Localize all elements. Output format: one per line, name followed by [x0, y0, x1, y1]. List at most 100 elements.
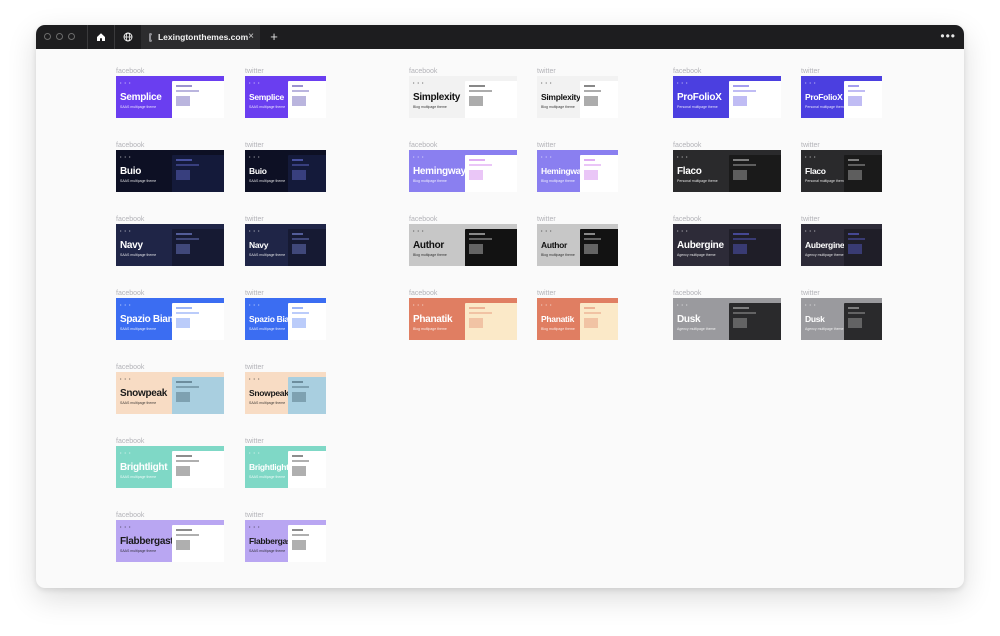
preview-dots: • • •	[805, 154, 817, 159]
home-button[interactable]	[88, 25, 114, 49]
preview-dots: • • •	[413, 228, 425, 233]
site-screenshot	[172, 81, 224, 118]
theme-preview-image[interactable]: • • • Flaco Personal multipage theme	[673, 150, 781, 192]
theme-preview-image[interactable]: • • • Dusk Agency multipage theme	[801, 298, 882, 340]
close-window-button[interactable]	[44, 33, 51, 40]
theme-preview-image[interactable]: • • • Brightlight SAAS multipage theme	[245, 446, 326, 488]
zoom-window-button[interactable]	[68, 33, 75, 40]
theme-subtitle: Blog multipage theme	[413, 179, 447, 183]
preview-dots: • • •	[805, 228, 817, 233]
theme-preview-image[interactable]: • • • Snowpeak SAAS multipage theme	[116, 372, 224, 414]
globe-button[interactable]	[115, 25, 141, 49]
facebook-label: facebook	[116, 512, 145, 519]
preview-dots: • • •	[413, 80, 425, 85]
preview-dots: • • •	[677, 154, 689, 159]
new-tab-button[interactable]: +	[267, 25, 281, 49]
theme-preview-image[interactable]: • • • Semplice SAAS multipage theme	[245, 76, 326, 118]
theme-subtitle: SAAS multipage theme	[120, 327, 157, 331]
facebook-label: facebook	[116, 68, 145, 75]
theme-preview-image[interactable]: • • • Spazio Bianco SAAS multipage theme	[116, 298, 224, 340]
facebook-label: facebook	[409, 142, 438, 149]
site-screenshot	[172, 377, 224, 414]
theme-preview-image[interactable]: • • • Flaco Personal multipage theme	[801, 150, 882, 192]
site-screenshot	[465, 303, 517, 340]
site-screenshot	[172, 451, 224, 488]
theme-preview-image[interactable]: • • • Simplexity Blog multipage theme	[537, 76, 618, 118]
preview-dots: • • •	[249, 524, 261, 529]
preview-dots: • • •	[120, 154, 132, 159]
preview-dots: • • •	[541, 302, 553, 307]
preview-dots: • • •	[677, 80, 689, 85]
site-screenshot	[729, 81, 781, 118]
theme-subtitle: Agency multipage theme	[677, 327, 716, 331]
minimize-window-button[interactable]	[56, 33, 63, 40]
theme-preview-image[interactable]: • • • Flabbergasted SAAS multipage theme	[245, 520, 326, 562]
twitter-label: twitter	[537, 290, 556, 297]
browser-window: Lexingtonthemes.com × + ••• facebook • • …	[36, 25, 964, 588]
theme-name: Brightlight	[249, 462, 289, 472]
site-screenshot	[288, 377, 326, 414]
theme-name: Dusk	[677, 314, 701, 325]
theme-name: Brightlight	[120, 462, 168, 473]
facebook-label: facebook	[673, 216, 702, 223]
theme-name: Flaco	[805, 166, 826, 176]
theme-preview-image[interactable]: • • • Snowpeak SAAS multipage theme	[245, 372, 326, 414]
theme-preview-image[interactable]: • • • Spazio Bianco SAAS multipage theme	[245, 298, 326, 340]
theme-preview-image[interactable]: • • • Semplice SAAS multipage theme	[116, 76, 224, 118]
twitter-label: twitter	[801, 68, 820, 75]
theme-preview-image[interactable]: • • • Aubergine Agency multipage theme	[801, 224, 882, 266]
facebook-label: facebook	[116, 438, 145, 445]
theme-preview-image[interactable]: • • • Dusk Agency multipage theme	[673, 298, 781, 340]
theme-preview-image[interactable]: • • • Author Blog multipage theme	[409, 224, 517, 266]
theme-preview-image[interactable]: • • • Hemingway Blog multipage theme	[409, 150, 517, 192]
theme-preview-image[interactable]: • • • Brightlight SAAS multipage theme	[116, 446, 224, 488]
theme-preview-image[interactable]: • • • Navy SAAS multipage theme	[245, 224, 326, 266]
page-content: facebook • • • Semplice SAAS multipage them…	[36, 49, 964, 588]
theme-preview-image[interactable]: • • • Simplexity Blog multipage theme	[409, 76, 517, 118]
site-screenshot	[729, 155, 781, 192]
tab-lexingtonthemes[interactable]: Lexingtonthemes.com ×	[141, 25, 260, 49]
theme-subtitle: Blog multipage theme	[541, 253, 575, 257]
theme-name: Aubergine	[805, 240, 845, 250]
theme-subtitle: SAAS multipage theme	[120, 549, 157, 553]
theme-subtitle: Personal multipage theme	[805, 105, 846, 109]
facebook-label: facebook	[116, 290, 145, 297]
preview-dots: • • •	[677, 228, 689, 233]
preview-dots: • • •	[541, 228, 553, 233]
theme-preview-image[interactable]: • • • Phanatik Blog multipage theme	[537, 298, 618, 340]
theme-name: Simplexity	[541, 92, 581, 102]
theme-preview-image[interactable]: • • • Flabbergasted SAAS multipage theme	[116, 520, 224, 562]
site-screenshot	[580, 81, 618, 118]
theme-preview-image[interactable]: • • • ProFolioX Personal multipage theme	[673, 76, 781, 118]
theme-preview-image[interactable]: • • • ProFolioX Personal multipage theme	[801, 76, 882, 118]
theme-preview-image[interactable]: • • • Navy SAAS multipage theme	[116, 224, 224, 266]
facebook-label: facebook	[116, 216, 145, 223]
twitter-label: twitter	[801, 290, 820, 297]
site-screenshot	[729, 229, 781, 266]
theme-subtitle: SAAS multipage theme	[249, 475, 286, 479]
theme-name: ProFolioX	[805, 92, 843, 102]
theme-name: Navy	[120, 240, 143, 251]
theme-preview-image[interactable]: • • • Buio SAAS multipage theme	[245, 150, 326, 192]
title-bar: Lexingtonthemes.com × + •••	[36, 25, 964, 49]
theme-subtitle: Blog multipage theme	[541, 179, 575, 183]
theme-preview-image[interactable]: • • • Author Blog multipage theme	[537, 224, 618, 266]
facebook-label: facebook	[673, 290, 702, 297]
more-menu-button[interactable]: •••	[940, 25, 956, 49]
theme-subtitle: Blog multipage theme	[413, 327, 447, 331]
site-screenshot	[844, 81, 882, 118]
home-icon	[97, 33, 105, 41]
preview-dots: • • •	[120, 228, 132, 233]
theme-name: Dusk	[805, 314, 825, 324]
preview-dots: • • •	[249, 154, 261, 159]
theme-subtitle: Personal multipage theme	[805, 179, 846, 183]
theme-preview-image[interactable]: • • • Buio SAAS multipage theme	[116, 150, 224, 192]
twitter-label: twitter	[537, 68, 556, 75]
facebook-label: facebook	[409, 216, 438, 223]
site-screenshot	[729, 303, 781, 340]
theme-preview-image[interactable]: • • • Phanatik Blog multipage theme	[409, 298, 517, 340]
theme-preview-image[interactable]: • • • Hemingway Blog multipage theme	[537, 150, 618, 192]
theme-preview-image[interactable]: • • • Aubergine Agency multipage theme	[673, 224, 781, 266]
preview-dots: • • •	[805, 80, 817, 85]
close-tab-icon[interactable]: ×	[248, 32, 254, 42]
